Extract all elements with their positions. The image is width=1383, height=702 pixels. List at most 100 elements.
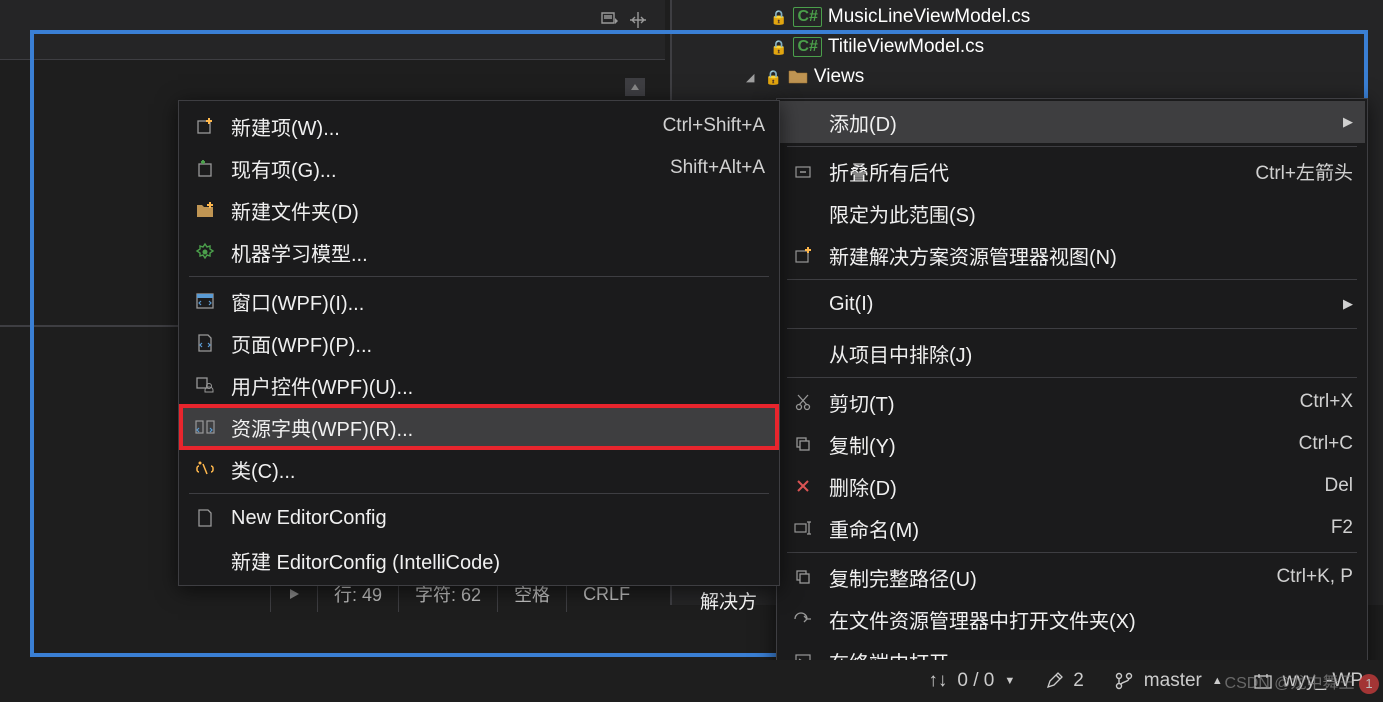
lock-icon: 🔒: [770, 9, 787, 26]
branch-icon: [1114, 671, 1134, 691]
blank-icon: [791, 292, 815, 316]
blank-icon: [791, 341, 815, 365]
menu-scope-to[interactable]: 限定为此范围(S): [779, 192, 1365, 234]
chevron-up-icon: ▲: [1212, 675, 1223, 687]
status-edits[interactable]: 2: [1045, 670, 1084, 692]
menu-label: 新建 EditorConfig (IntelliCode): [231, 546, 765, 575]
csharp-badge: C#: [793, 7, 821, 27]
tree-item-file[interactable]: 🔒 C# MusicLineViewModel.cs: [714, 2, 1383, 32]
menu-copy-full-path[interactable]: 复制完整路径(U) Ctrl+K, P: [779, 556, 1365, 598]
menu-label: 页面(WPF)(P)...: [231, 329, 765, 358]
new-folder-icon: [193, 198, 217, 222]
existing-item-icon: [193, 156, 217, 180]
lock-icon: 🔒: [770, 39, 787, 56]
tree-item-file[interactable]: 🔒 C# TitileViewModel.cs: [714, 32, 1383, 62]
add-submenu: 新建项(W)... Ctrl+Shift+A 现有项(G)... Shift+A…: [178, 100, 780, 586]
blank-icon: [791, 201, 815, 225]
class-icon: [193, 457, 217, 481]
tree-item-folder[interactable]: ◢ 🔒 Views: [714, 62, 1383, 92]
menu-separator: [189, 493, 769, 494]
menu-wpf-page[interactable]: 页面(WPF)(P)...: [181, 322, 777, 364]
menu-new-item[interactable]: 新建项(W)... Ctrl+Shift+A: [181, 105, 777, 147]
menu-shortcut: Ctrl+X: [1300, 391, 1353, 413]
menu-rename[interactable]: 重命名(M) F2: [779, 507, 1365, 549]
menu-label: 限定为此范围(S): [829, 199, 1353, 228]
menu-label: 现有项(G)...: [231, 154, 656, 183]
menu-new-folder[interactable]: 新建文件夹(D): [181, 189, 777, 231]
menu-new-editorconfig-intellicode[interactable]: 新建 EditorConfig (IntelliCode): [181, 539, 777, 581]
menu-shortcut: Shift+Alt+A: [670, 157, 765, 179]
solution-explorer-tab[interactable]: 解决方: [700, 587, 757, 614]
menu-label: 在文件资源管理器中打开文件夹(X): [829, 605, 1353, 634]
folder-icon: [788, 69, 808, 85]
scroll-up-arrow[interactable]: [625, 78, 645, 96]
editor-tabs-bar: [0, 0, 665, 60]
wpf-page-icon: [193, 331, 217, 355]
menu-git[interactable]: Git(I) ▶: [779, 283, 1365, 325]
menu-new-editorconfig[interactable]: New EditorConfig: [181, 497, 777, 539]
menu-collapse-all[interactable]: 折叠所有后代 Ctrl+左箭头: [779, 150, 1365, 192]
menu-label: 折叠所有后代: [829, 157, 1241, 186]
csharp-badge: C#: [793, 37, 821, 57]
menu-copy[interactable]: 复制(Y) Ctrl+C: [779, 423, 1365, 465]
tree-item-label: Views: [814, 66, 864, 88]
dropdown-icon[interactable]: [601, 12, 619, 28]
delete-icon: [791, 474, 815, 498]
menu-label: 窗口(WPF)(I)...: [231, 287, 765, 316]
menu-separator: [787, 377, 1357, 378]
tree-item-label: TitileViewModel.cs: [828, 36, 984, 58]
menu-label: 新建文件夹(D): [231, 196, 765, 225]
menu-wpf-window[interactable]: 窗口(WPF)(I)...: [181, 280, 777, 322]
file-icon: [193, 506, 217, 530]
menu-label: 类(C)...: [231, 455, 765, 484]
status-edits-count: 2: [1073, 670, 1084, 692]
menu-delete[interactable]: 删除(D) Del: [779, 465, 1365, 507]
new-item-icon: [193, 114, 217, 138]
submenu-arrow-icon: ▶: [1343, 296, 1353, 312]
menu-separator: [787, 146, 1357, 147]
chevron-down-icon: ▼: [1004, 675, 1015, 687]
menu-label: 新建项(W)...: [231, 112, 649, 141]
status-branch[interactable]: master ▲: [1114, 670, 1223, 692]
menu-add[interactable]: 添加(D) ▶: [779, 101, 1365, 143]
updown-arrows-icon: ↑↓: [928, 670, 947, 692]
menu-shortcut: F2: [1331, 517, 1353, 539]
menu-shortcut: Ctrl+C: [1299, 433, 1353, 455]
blank-icon: [193, 548, 217, 572]
menu-label: 复制(Y): [829, 430, 1285, 459]
menu-class[interactable]: 类(C)...: [181, 448, 777, 490]
ml-model-icon: [193, 240, 217, 264]
menu-new-solution-view[interactable]: 新建解决方案资源管理器视图(N): [779, 234, 1365, 276]
menu-label: 机器学习模型...: [231, 238, 765, 267]
branch-name: master: [1144, 670, 1202, 692]
menu-ml-model[interactable]: 机器学习模型...: [181, 231, 777, 273]
lock-icon: 🔒: [764, 69, 781, 86]
menu-wpf-usercontrol[interactable]: 用户控件(WPF)(U)...: [181, 364, 777, 406]
menu-label: 删除(D): [829, 472, 1310, 501]
menu-cut[interactable]: 剪切(T) Ctrl+X: [779, 381, 1365, 423]
menu-label: 添加(D): [829, 108, 1329, 137]
status-changes[interactable]: ↑↓ 0 / 0 ▼: [928, 670, 1015, 692]
menu-label: 从项目中排除(J): [829, 339, 1353, 368]
status-changes-count: 0 / 0: [957, 670, 994, 692]
menu-separator: [787, 279, 1357, 280]
menu-shortcut: Del: [1324, 475, 1353, 497]
menu-label: 剪切(T): [829, 388, 1286, 417]
pencil-icon: [1045, 672, 1063, 690]
menu-exclude[interactable]: 从项目中排除(J): [779, 332, 1365, 374]
menu-shortcut: Ctrl+Shift+A: [663, 115, 765, 137]
wpf-usercontrol-icon: [193, 373, 217, 397]
menu-shortcut: Ctrl+左箭头: [1255, 158, 1353, 185]
split-view-icon[interactable]: [629, 11, 647, 29]
tree-item-label: MusicLineViewModel.cs: [828, 6, 1030, 28]
menu-label: 新建解决方案资源管理器视图(N): [829, 241, 1353, 270]
new-view-icon: [791, 243, 815, 267]
cut-icon: [791, 390, 815, 414]
menu-wpf-resource-dict[interactable]: 资源字典(WPF)(R)...: [181, 406, 777, 448]
menu-separator: [787, 328, 1357, 329]
menu-open-in-explorer[interactable]: 在文件资源管理器中打开文件夹(X): [779, 598, 1365, 640]
rename-icon: [791, 516, 815, 540]
expand-arrow-icon: ◢: [746, 71, 754, 84]
blank-icon: [791, 110, 815, 134]
menu-existing-item[interactable]: 现有项(G)... Shift+Alt+A: [181, 147, 777, 189]
